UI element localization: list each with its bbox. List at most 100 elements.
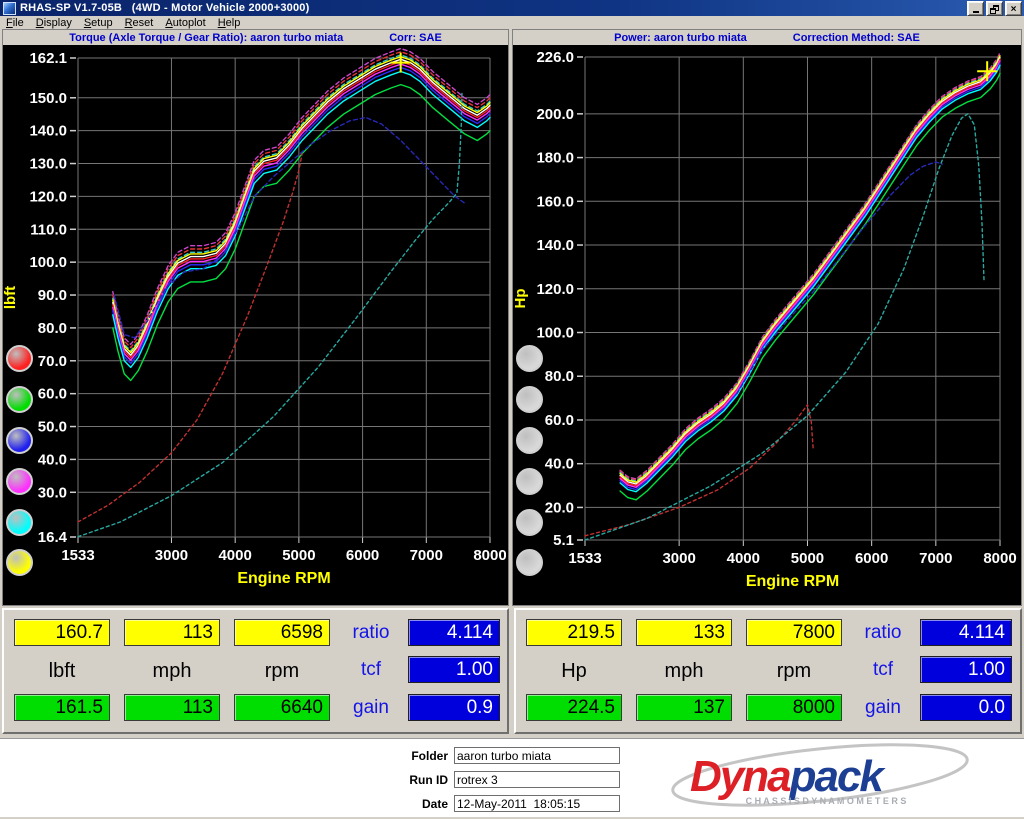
tcf-label: tcf [854,656,912,683]
svg-text:1533: 1533 [61,547,94,564]
rpm-unit-label: rpm [746,658,842,684]
svg-text:5.1: 5.1 [553,532,574,549]
date-label: Date [320,797,448,811]
svg-text:120.0: 120.0 [29,188,67,205]
channel-button-2[interactable] [6,386,33,413]
date-input[interactable] [454,795,620,812]
torque-correction-label: Corr: SAE [389,32,442,44]
folder-label: Folder [320,749,448,763]
torque-chart-header: Torque (Axle Torque / Gear Ratio): aaron… [3,30,508,45]
torque-peak-rpm: 6598 [234,619,330,646]
channel-button-3[interactable] [516,427,543,454]
folder-input[interactable] [454,747,620,764]
torque-chart-panel: Torque (Axle Torque / Gear Ratio): aaron… [2,29,509,606]
gain-value: 0.9 [408,694,500,721]
torque-current-mph: 113 [124,694,220,721]
power-peak-value: 219.5 [526,619,622,646]
power-chart-header: Power: aaron turbo miata Correction Meth… [513,30,1021,45]
menu-display[interactable]: Display [30,17,78,29]
power-value-panel: 219.5 133 7800 Hp mph rpm 224.5 137 8000… [514,608,1022,734]
svg-text:150.0: 150.0 [29,90,67,107]
close-button[interactable]: × [1005,1,1022,16]
channel-button-3[interactable] [6,427,33,454]
svg-text:8000: 8000 [983,550,1016,567]
minimize-icon [973,11,979,13]
menu-autoplot[interactable]: Autoplot [159,17,211,29]
channel-button-6[interactable] [516,549,543,576]
mph-unit-label: mph [636,658,732,684]
svg-text:200.0: 200.0 [536,106,574,123]
channel-button-4[interactable] [6,468,33,495]
menu-reset[interactable]: Reset [119,17,160,29]
svg-text:20.0: 20.0 [545,499,574,516]
dynapack-logo: Dynapack C H A S S I S D Y N A M O M E T… [668,741,978,815]
menu-file[interactable]: File [0,17,30,29]
svg-text:Engine RPM: Engine RPM [237,570,330,587]
channel-button-1[interactable] [516,345,543,372]
title-bar: RHAS-SP V1.7-05B (4WD - Motor Vehicle 20… [0,0,1024,16]
tcf-label: tcf [342,656,400,683]
svg-text:100.0: 100.0 [536,325,574,342]
power-current-value: 224.5 [526,694,622,721]
svg-text:80.0: 80.0 [545,368,574,385]
svg-text:5000: 5000 [791,550,824,567]
gain-value: 0.0 [920,694,1012,721]
torque-current-rpm: 6640 [234,694,330,721]
menu-help[interactable]: Help [212,17,247,29]
torque-plot-area[interactable]: 1533300040005000600070008000162.1150.014… [3,45,508,605]
svg-text:140.0: 140.0 [29,123,67,140]
svg-text:100.0: 100.0 [29,254,67,271]
window-title: RHAS-SP V1.7-05B (4WD - Motor Vehicle 20… [20,2,310,14]
power-peak-mph: 133 [636,619,732,646]
channel-button-1[interactable] [6,345,33,372]
close-icon: × [1011,4,1017,15]
torque-plot-svg[interactable]: 1533300040005000600070008000162.1150.014… [3,45,506,605]
svg-text:50.0: 50.0 [38,419,67,436]
channel-button-2[interactable] [516,386,543,413]
power-current-rpm: 8000 [746,694,842,721]
torque-peak-value: 160.7 [14,619,110,646]
power-chart-panel: Power: aaron turbo miata Correction Meth… [512,29,1022,606]
power-plot-svg[interactable]: 1533300040005000600070008000226.0200.018… [513,45,1019,605]
channel-button-5[interactable] [6,509,33,536]
tcf-value: 1.00 [920,656,1012,683]
run-id-input[interactable] [454,771,620,788]
channel-button-6[interactable] [6,549,33,576]
run-id-label: Run ID [320,773,448,787]
svg-text:30.0: 30.0 [38,484,67,501]
power-plot-area[interactable]: 1533300040005000600070008000226.0200.018… [513,45,1021,605]
torque-peak-mph: 113 [124,619,220,646]
svg-text:1533: 1533 [568,550,601,567]
svg-text:110.0: 110.0 [30,221,67,238]
ratio-value: 4.114 [920,619,1012,646]
torque-unit-label: lbft [14,658,110,684]
power-unit-label: Hp [526,658,622,684]
logo-text-pack: pack [789,752,887,801]
svg-text:60.0: 60.0 [38,386,67,403]
logo-text-dyna: Dyna [690,752,791,801]
channel-button-4[interactable] [516,468,543,495]
svg-text:8000: 8000 [473,547,506,564]
menu-setup[interactable]: Setup [78,17,119,29]
svg-text:180.0: 180.0 [536,150,574,167]
svg-text:70.0: 70.0 [38,353,67,370]
svg-text:80.0: 80.0 [38,320,67,337]
ratio-label: ratio [854,619,912,646]
ratio-label: ratio [342,619,400,646]
svg-text:160.0: 160.0 [536,193,574,210]
svg-text:Dynapack: Dynapack [690,752,886,801]
app-icon [3,2,16,15]
svg-text:140.0: 140.0 [536,237,574,254]
svg-text:Hp: Hp [513,289,529,309]
logo-subtitle: C H A S S I S D Y N A M O M E T E R S [746,796,907,806]
svg-text:6000: 6000 [346,547,379,564]
torque-chart-title: Torque (Axle Torque / Gear Ratio): aaron… [69,32,343,44]
tcf-value: 1.00 [408,656,500,683]
mph-unit-label: mph [124,658,220,684]
svg-text:7000: 7000 [919,550,952,567]
minimize-button[interactable] [967,1,984,16]
channel-button-5[interactable] [516,509,543,536]
svg-text:16.4: 16.4 [38,529,68,546]
svg-text:40.0: 40.0 [545,456,574,473]
restore-button[interactable] [986,1,1003,16]
